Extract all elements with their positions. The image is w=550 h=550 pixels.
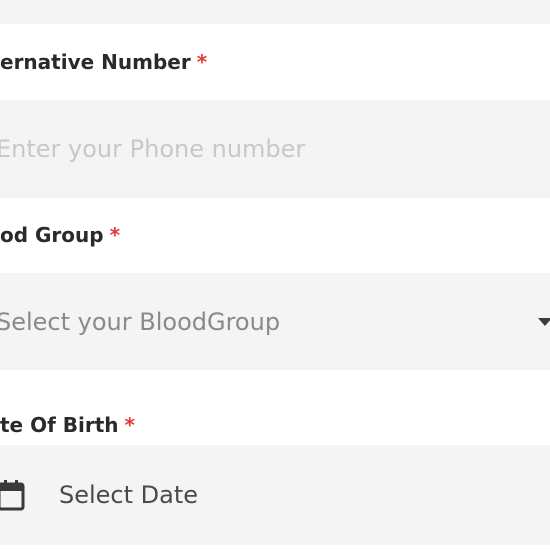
required-asterisk: * xyxy=(196,50,208,74)
date-of-birth-picker[interactable]: Select Date xyxy=(0,445,550,545)
alternative-number-placeholder: Enter your Phone number xyxy=(0,135,306,163)
calendar-icon[interactable] xyxy=(0,478,26,512)
previous-field-bottom xyxy=(0,0,550,24)
chevron-down-icon[interactable] xyxy=(538,317,550,326)
date-of-birth-label: te Of Birth * xyxy=(0,410,135,440)
blood-group-select[interactable]: Select your BloodGroup xyxy=(0,273,550,370)
blood-group-label: od Group * xyxy=(0,220,120,250)
date-of-birth-placeholder: Select Date xyxy=(59,481,199,509)
alternative-number-input[interactable]: Enter your Phone number xyxy=(0,100,550,198)
alternative-number-label: ernative Number * xyxy=(0,47,207,77)
required-asterisk: * xyxy=(109,223,121,247)
date-of-birth-label-text: te Of Birth xyxy=(0,413,119,437)
required-asterisk: * xyxy=(124,413,135,437)
blood-group-placeholder: Select your BloodGroup xyxy=(0,307,281,336)
blood-group-label-text: od Group xyxy=(0,223,104,247)
form-page: ernative Number * Enter your Phone number… xyxy=(0,0,550,550)
alternative-number-label-text: ernative Number xyxy=(0,50,191,74)
